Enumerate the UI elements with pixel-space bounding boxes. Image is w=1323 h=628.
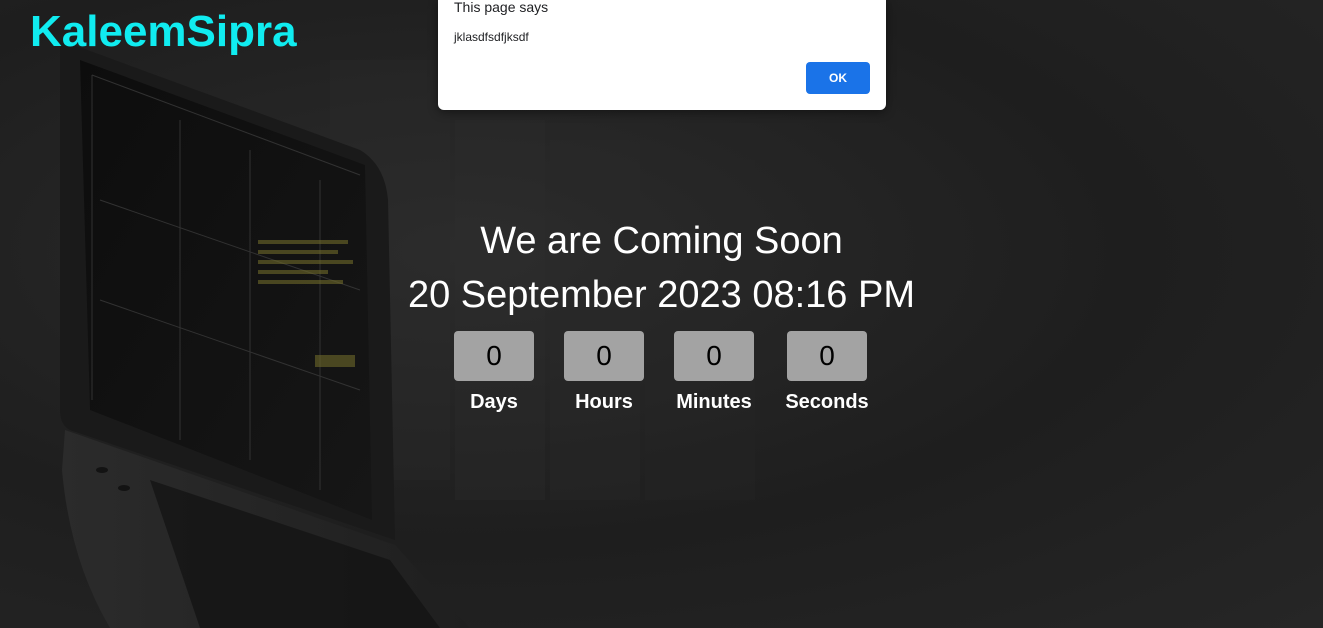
brand-logo: KaleemSipra <box>30 7 297 56</box>
hours-label: Hours <box>575 391 633 413</box>
minutes-label: Minutes <box>676 391 752 413</box>
countdown-timer: 0 Days 0 Hours 0 Minutes 0 Seconds <box>0 331 1323 421</box>
days-label: Days <box>470 391 518 413</box>
coming-soon-page: KaleemSipra We are Coming Soon 20 Septem… <box>0 0 1323 628</box>
seconds-label: Seconds <box>785 391 869 413</box>
alert-ok-button[interactable]: OK <box>806 62 870 94</box>
alert-dialog: This page says jklasdfsdfjksdf OK <box>438 0 886 110</box>
alert-message: jklasdfsdfjksdf <box>454 30 529 44</box>
countdown-hours: 0 Hours <box>549 331 659 414</box>
alert-title: This page says <box>454 0 549 15</box>
hours-value: 0 <box>564 331 644 381</box>
days-value: 0 <box>454 331 534 381</box>
minutes-value: 0 <box>674 331 754 381</box>
countdown-seconds: 0 Seconds <box>772 331 882 414</box>
countdown-days: 0 Days <box>439 331 549 414</box>
page-headline: We are Coming Soon <box>480 220 843 262</box>
countdown-minutes: 0 Minutes <box>659 331 769 414</box>
launch-date: 20 September 2023 08:16 PM <box>407 274 915 316</box>
seconds-value: 0 <box>787 331 867 381</box>
